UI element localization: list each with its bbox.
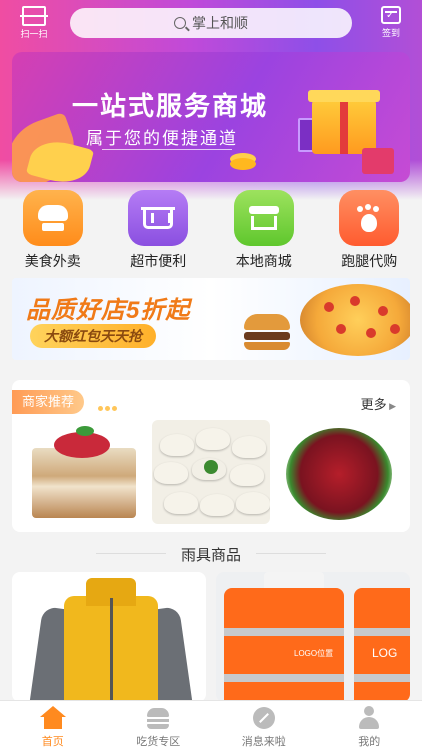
- category-local-mall[interactable]: 本地商城: [211, 190, 317, 274]
- beef-image[interactable]: [280, 420, 398, 524]
- hero-banner[interactable]: 一站式服务商城 属于您的便捷通道: [12, 52, 410, 182]
- tab-home[interactable]: 首页: [0, 701, 106, 750]
- burger-image: [244, 314, 290, 350]
- tab-foodie[interactable]: 吃货专区: [106, 701, 212, 750]
- search-bar[interactable]: 掌上和顺: [70, 8, 352, 38]
- category-label: 超市便利: [130, 253, 187, 269]
- search-placeholder: 掌上和顺: [192, 15, 248, 31]
- category-label: 本地商城: [235, 253, 292, 269]
- home-icon: [39, 706, 66, 730]
- merchant-recommend-section: 商家推荐 更多: [12, 380, 410, 532]
- tab-profile[interactable]: 我的: [317, 701, 422, 750]
- chef-hat-icon: [22, 190, 83, 246]
- category-label: 美食外卖: [24, 253, 81, 269]
- orange-vest-image: LOGO位置: [224, 588, 344, 702]
- cake-image[interactable]: [24, 420, 142, 524]
- user-icon: [356, 706, 382, 730]
- scan-button[interactable]: 扫一扫: [18, 6, 50, 40]
- scan-icon: [20, 6, 48, 26]
- product-card[interactable]: LOGO位置 LOG: [216, 572, 410, 702]
- tab-label: 首页: [41, 736, 64, 748]
- banner-underline: [102, 149, 232, 150]
- checkin-label: 签到: [381, 28, 400, 38]
- tab-messages[interactable]: 消息来啦: [211, 701, 317, 750]
- category-errand[interactable]: 跑腿代购: [317, 190, 422, 274]
- calendar-check-icon: [381, 6, 401, 24]
- promo-tagline: 大额红包天天抢: [30, 324, 156, 348]
- footprint-icon: [339, 190, 400, 246]
- merchant-tag: 商家推荐: [12, 390, 85, 414]
- promo-title: 品质好店5折起: [26, 297, 191, 324]
- pizza-image: [300, 284, 410, 356]
- burger-icon: [145, 706, 171, 730]
- coins-illustration: [230, 158, 256, 170]
- vest-logo-text: LOG: [372, 646, 398, 660]
- small-gift-illustration: [362, 148, 394, 174]
- basket-icon: [128, 190, 189, 246]
- products-section-title: 雨具商品: [0, 544, 422, 565]
- tab-label: 我的: [358, 736, 381, 748]
- category-food-delivery[interactable]: 美食外卖: [0, 190, 106, 274]
- top-bar: 扫一扫 掌上和顺 签到: [0, 0, 422, 48]
- banner-title: 一站式服务商城: [72, 91, 269, 121]
- category-grid: 美食外卖 超市便利 本地商城 跑腿代购: [0, 190, 422, 274]
- category-label: 跑腿代购: [341, 253, 398, 269]
- dumplings-image[interactable]: [152, 420, 270, 524]
- category-supermarket[interactable]: 超市便利: [106, 190, 212, 274]
- yellow-jacket-image: [29, 578, 193, 702]
- scan-label: 扫一扫: [20, 29, 48, 39]
- checkin-button[interactable]: 签到: [376, 6, 406, 39]
- product-card[interactable]: [12, 572, 206, 702]
- search-icon: [174, 17, 186, 29]
- tab-label: 吃货专区: [136, 736, 181, 748]
- tab-label: 消息来啦: [241, 736, 286, 748]
- message-icon: [251, 706, 277, 730]
- banner-subtitle: 属于您的便捷通道: [86, 129, 238, 148]
- more-link[interactable]: 更多: [361, 394, 396, 413]
- bottom-tab-bar: 首页 吃货专区 消息来啦 我的: [0, 700, 422, 750]
- vest-logo-text: LOGO位置: [294, 649, 334, 658]
- shop-icon: [233, 190, 294, 246]
- tag-dots-decoration: [98, 398, 120, 411]
- orange-vest-image: LOG: [354, 588, 410, 702]
- promo-banner[interactable]: 品质好店5折起 大额红包天天抢: [12, 278, 410, 360]
- gift-box-illustration: [308, 90, 380, 154]
